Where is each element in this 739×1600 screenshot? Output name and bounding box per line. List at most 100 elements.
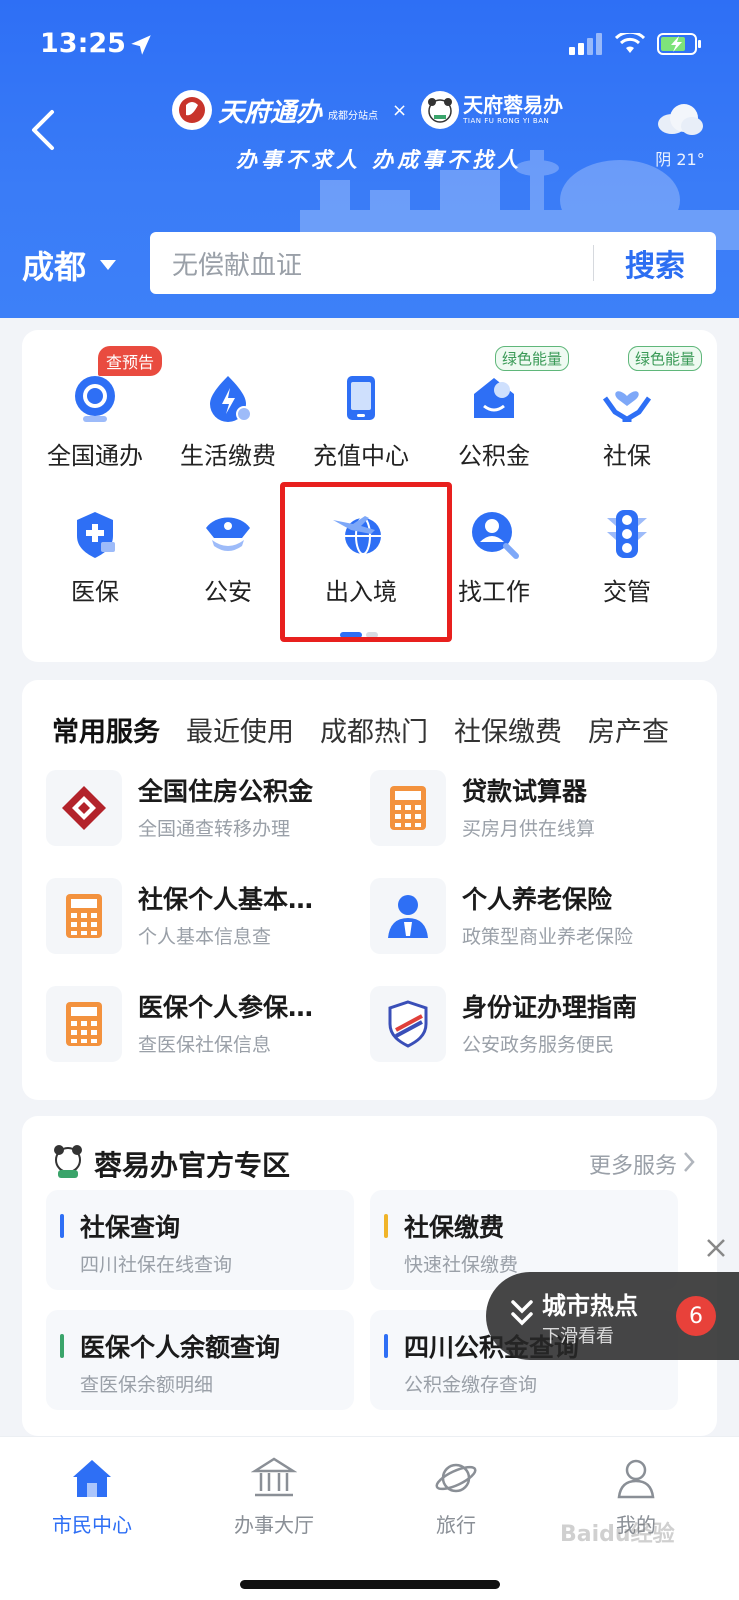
utility-bill-icon [196,366,260,430]
home-indicator[interactable] [240,1580,500,1589]
panda-logo-icon [421,91,460,129]
housing-fund-logo-icon [46,770,122,846]
caret-down-icon [100,260,117,270]
accent-bar [384,1334,388,1358]
grid-label: 公积金 [458,442,530,470]
user-icon [617,1459,655,1499]
close-icon[interactable] [704,1236,728,1260]
service-title: 贷款试算器 [462,777,588,806]
nav-label: 市民中心 [52,1513,132,1537]
police-badge-icon [370,986,446,1062]
signal-icon [569,33,602,55]
nav-citizen-center[interactable]: 市民中心 [22,1455,162,1538]
grid-item-recharge[interactable]: 充值中心 [296,366,426,471]
home-icon [73,1460,111,1497]
calculator-icon [370,770,446,846]
service-subtitle: 个人基本信息查 [138,926,272,948]
search-input[interactable]: 无偿献血证 [150,245,593,282]
service-tabs: 常用服务 最近使用 成都热门 社保缴费 房产查 [52,710,717,749]
service-title: 医保个人参保… [138,993,314,1022]
location-arrow-icon [131,35,151,55]
header-banner: 13:25 天府通办 成都分站点 × 天府蓉易办 TIAN FU RONG YI… [0,0,739,318]
accent-bar [384,1214,388,1238]
annotation-highlight-box [280,482,452,642]
person-icon [370,878,446,954]
grid-label: 社保 [603,442,651,470]
zone-item-title: 医保个人余额查询 [80,1333,281,1362]
hotspot-title: 城市热点 [542,1292,638,1320]
zone-title: 蓉易办官方专区 [94,1149,291,1182]
service-item[interactable]: 社保个人基本… 个人基本信息查 [46,876,376,956]
city-hotspot-popup[interactable]: 城市热点 下滑看看 6 [486,1272,739,1360]
grid-item-police[interactable]: 公安 [163,502,293,607]
panda-logo-icon [54,1145,82,1178]
service-title: 身份证办理指南 [462,993,638,1022]
brand2-name: 天府蓉易办 [463,93,564,117]
quick-service-grid: 全国通办 查预告 生活缴费 充值中心 公积金 绿色能量 社保 绿色能量 医保 公… [22,330,717,662]
chevron-right-icon[interactable] [681,1150,697,1174]
search-button[interactable]: 搜索 [594,241,716,285]
grid-label: 全国通办 [47,442,143,470]
brand-separator: × [392,99,408,121]
weather-widget[interactable]: 阴 21° [640,100,720,170]
grid-item-social-security[interactable]: 社保 绿色能量 [562,346,703,471]
preview-badge: 查预告 [98,346,163,376]
traffic-light-icon [595,502,659,566]
nav-travel[interactable]: 旅行 [386,1455,526,1538]
grid-item-utility[interactable]: 生活缴费 [163,366,293,471]
zone-item-subtitle: 公积金缴存查询 [404,1374,538,1396]
grid-label: 生活缴费 [180,442,276,470]
service-item[interactable]: 全国住房公积金 全国通查转移办理 [46,768,376,848]
tab-recent[interactable]: 最近使用 [186,710,294,749]
service-item[interactable]: 身份证办理指南 公安政务服务便民 [370,984,700,1064]
green-energy-badge: 绿色能量 [628,346,703,371]
service-subtitle: 买房月供在线算 [462,818,596,840]
nav-label: 办事大厅 [234,1513,314,1537]
hotspot-subtitle: 下滑看看 [542,1326,614,1347]
calculator-icon [46,878,122,954]
services-card: 常用服务 最近使用 成都热门 社保缴费 房产查 全国住房公积金 全国通查转移办理… [22,680,717,1100]
zone-item[interactable]: 医保个人余额查询 查医保余额明细 [46,1310,354,1410]
phone-recharge-icon [329,366,393,430]
medical-insurance-icon [63,502,127,566]
city-picker[interactable]: 成都 [22,242,117,288]
grid-label: 充值中心 [313,442,409,470]
slogan: 办事不求人 办成事不找人 [236,147,523,172]
zone-item-subtitle: 查医保余额明细 [80,1374,214,1396]
zone-item-title: 社保查询 [80,1213,181,1242]
grid-item-national[interactable]: 全国通办 查预告 [30,346,163,471]
back-chevron-icon[interactable] [26,108,66,152]
tab-chengdu-hot[interactable]: 成都热门 [320,710,428,749]
accent-bar [60,1334,64,1358]
nav-service-hall[interactable]: 办事大厅 [204,1455,344,1538]
zone-item[interactable]: 社保查询 四川社保在线查询 [46,1190,354,1290]
weather-text: 阴 21° [655,150,705,169]
brand2: 天府蓉易办 TIAN FU RONG YI BAN [463,95,563,125]
cloud-icon [658,104,703,135]
wifi-icon [615,33,645,53]
brand2-pinyin: TIAN FU RONG YI BAN [463,117,550,125]
calculator-icon [46,986,122,1062]
service-item[interactable]: 个人养老保险 政策型商业养老保险 [370,876,700,956]
battery-charging-icon [657,33,701,55]
police-cap-icon [196,502,260,566]
service-item[interactable]: 贷款试算器 买房月供在线算 [370,768,700,848]
tab-common[interactable]: 常用服务 [52,710,160,749]
tab-property[interactable]: 房产查 [588,710,669,749]
tab-social-payment[interactable]: 社保缴费 [454,710,562,749]
brand1-name: 天府通办 [218,97,323,128]
brand1-subtitle: 成都分站点 [328,110,379,122]
grid-label: 医保 [71,578,119,606]
grid-item-medical[interactable]: 医保 [30,502,160,607]
city-name: 成都 [22,248,87,286]
status-bar: 13:25 [0,0,739,90]
grid-item-housing-fund[interactable]: 公积金 绿色能量 [429,346,570,471]
service-item[interactable]: 医保个人参保… 查医保社保信息 [46,984,376,1064]
watermark-logo: Baidu经验 [560,1522,675,1547]
more-services-link[interactable]: 更多服务 [589,1148,677,1180]
accent-bar [60,1214,64,1238]
grid-label: 交管 [603,578,651,606]
grid-item-traffic[interactable]: 交管 [562,502,692,607]
search-bar[interactable]: 无偿献血证 搜索 [150,232,716,294]
status-time: 13:25 [40,28,126,59]
